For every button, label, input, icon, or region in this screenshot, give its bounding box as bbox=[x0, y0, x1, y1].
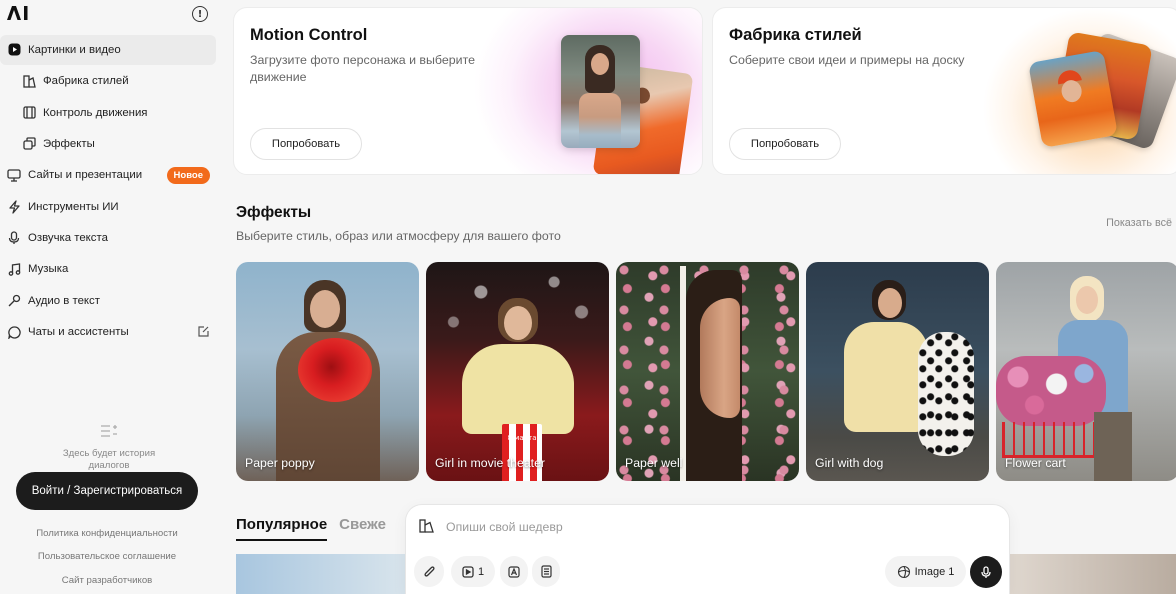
sidebar: ! Картинки и видео Фабрика стилей Контро… bbox=[0, 0, 224, 594]
prompt-input[interactable] bbox=[446, 518, 906, 536]
sidebar-item-effects[interactable]: Эффекты bbox=[0, 129, 216, 159]
sidebar-item-label: Картинки и видео bbox=[28, 43, 121, 56]
sidebar-item-chats[interactable]: Чаты и ассистенты bbox=[0, 318, 216, 348]
try-button[interactable]: Попробовать bbox=[250, 128, 362, 160]
effects-description: Выберите стиль, образ или атмосферу для … bbox=[236, 229, 561, 243]
motion-control-card[interactable]: Motion Control Загрузите фото персонажа … bbox=[233, 7, 703, 175]
music-icon bbox=[7, 262, 21, 276]
effect-card-flower-cart[interactable]: Flower cart bbox=[996, 262, 1176, 481]
document-button[interactable] bbox=[532, 556, 560, 587]
info-icon[interactable]: ! bbox=[192, 6, 208, 22]
audio-text-icon bbox=[7, 294, 21, 308]
sidebar-item-label: Контроль движения bbox=[43, 106, 148, 119]
effects-title: Эффекты bbox=[236, 204, 312, 221]
tab-fresh[interactable]: Свеже bbox=[339, 516, 386, 541]
film-icon bbox=[22, 106, 36, 120]
effects-row: Paper poppy 8 марта Girl in movie theate… bbox=[236, 262, 1176, 482]
text-style-button[interactable] bbox=[500, 556, 528, 587]
model-name: Image 1 bbox=[914, 565, 955, 578]
effect-label: Flower cart bbox=[1005, 456, 1066, 470]
frame-icon bbox=[462, 565, 474, 578]
tab-popular[interactable]: Популярное bbox=[236, 516, 328, 541]
sidebar-item-music[interactable]: Музыка bbox=[0, 255, 216, 285]
mic-icon bbox=[981, 565, 991, 579]
card-title: Motion Control bbox=[250, 26, 368, 44]
card-title: Фабрика стилей bbox=[729, 26, 862, 44]
effect-card-girl-with-dog[interactable]: Girl with dog bbox=[806, 262, 989, 481]
sidebar-item-ai-tools[interactable]: Инструменты ИИ bbox=[0, 192, 216, 222]
effect-label: Paper well bbox=[625, 456, 683, 470]
sidebar-item-label: Озвучка текста bbox=[28, 232, 108, 245]
sidebar-item-label: Инструменты ИИ bbox=[28, 200, 119, 213]
effect-label: Paper poppy bbox=[245, 456, 315, 470]
sidebar-item-label: Фабрика стилей bbox=[43, 75, 129, 88]
developers-link[interactable]: Сайт разработчиков bbox=[0, 575, 214, 586]
image-video-icon bbox=[7, 43, 21, 57]
sidebar-item-label: Аудио в текст bbox=[28, 294, 100, 307]
prompt-composer: 1 Image 1 bbox=[406, 505, 1009, 594]
count-button[interactable]: 1 bbox=[451, 556, 495, 587]
sidebar-item-sites[interactable]: Сайты и презентации Новое bbox=[0, 161, 216, 191]
sidebar-item-style-factory[interactable]: Фабрика стилей bbox=[0, 66, 216, 96]
sidebar-item-tts[interactable]: Озвучка текста bbox=[0, 223, 216, 253]
mic-icon bbox=[7, 231, 21, 245]
login-button[interactable]: Войти / Зарегистрироваться bbox=[16, 472, 198, 510]
style-photo-1 bbox=[1028, 50, 1118, 148]
effects-icon bbox=[22, 137, 36, 151]
effect-card-paper-poppy[interactable]: Paper poppy bbox=[236, 262, 419, 481]
effect-label: Girl with dog bbox=[815, 456, 884, 470]
dancer-image-front bbox=[561, 35, 640, 148]
try-button[interactable]: Попробовать bbox=[729, 128, 841, 160]
paperclip-icon bbox=[423, 565, 435, 579]
card-description: Соберите свои идеи и примеры на доску bbox=[729, 53, 965, 67]
style-factory-icon bbox=[22, 74, 36, 88]
popcorn-sign: 8 марта bbox=[507, 434, 537, 442]
sidebar-item-label: Чаты и ассистенты bbox=[28, 326, 129, 339]
voice-input-button[interactable] bbox=[970, 556, 1002, 588]
letter-a-icon bbox=[508, 565, 520, 578]
chat-icon bbox=[7, 325, 21, 339]
sidebar-item-audio-text[interactable]: Аудио в текст bbox=[0, 286, 216, 316]
sidebar-item-images-video[interactable]: Картинки и видео bbox=[0, 35, 216, 65]
gallery-tabs: Популярное Свеже bbox=[236, 516, 386, 541]
sidebar-item-label: Эффекты bbox=[43, 137, 95, 150]
privacy-link[interactable]: Политика конфиденциальности bbox=[0, 528, 214, 539]
sidebar-item-label: Сайты и презентации bbox=[28, 169, 143, 182]
history-list-icon bbox=[100, 424, 118, 438]
effect-card-movie-theater[interactable]: 8 марта Girl in movie theater bbox=[426, 262, 609, 481]
effect-label: Girl in movie theater bbox=[435, 456, 546, 470]
style-factory-card[interactable]: Фабрика стилей Соберите свои идеи и прим… bbox=[712, 7, 1176, 175]
document-icon bbox=[540, 565, 552, 578]
count-value: 1 bbox=[477, 565, 485, 578]
new-badge: Новое bbox=[166, 166, 210, 184]
sidebar-item-motion-control[interactable]: Контроль движения bbox=[0, 98, 216, 128]
model-icon bbox=[897, 565, 911, 579]
sidebar-item-label: Музыка bbox=[28, 263, 69, 276]
style-factory-icon[interactable] bbox=[419, 519, 434, 533]
attach-button[interactable] bbox=[414, 556, 444, 587]
card-description: Загрузите фото персонажа и выберите движ… bbox=[250, 53, 476, 84]
monitor-icon bbox=[7, 168, 21, 182]
new-chat-icon[interactable] bbox=[198, 325, 209, 337]
bolt-icon bbox=[7, 200, 21, 214]
terms-link[interactable]: Пользовательское соглашение bbox=[0, 551, 214, 562]
model-selector[interactable]: Image 1 bbox=[885, 556, 966, 587]
history-empty-text: Здесь будет история диалогов bbox=[62, 448, 156, 471]
brand-logo[interactable] bbox=[7, 6, 29, 22]
sidebar-nav: Картинки и видео Фабрика стилей Контроль… bbox=[0, 35, 216, 349]
effect-card-paper-well[interactable]: Paper well bbox=[616, 262, 799, 481]
show-all-link[interactable]: Показать всё bbox=[1106, 217, 1172, 229]
